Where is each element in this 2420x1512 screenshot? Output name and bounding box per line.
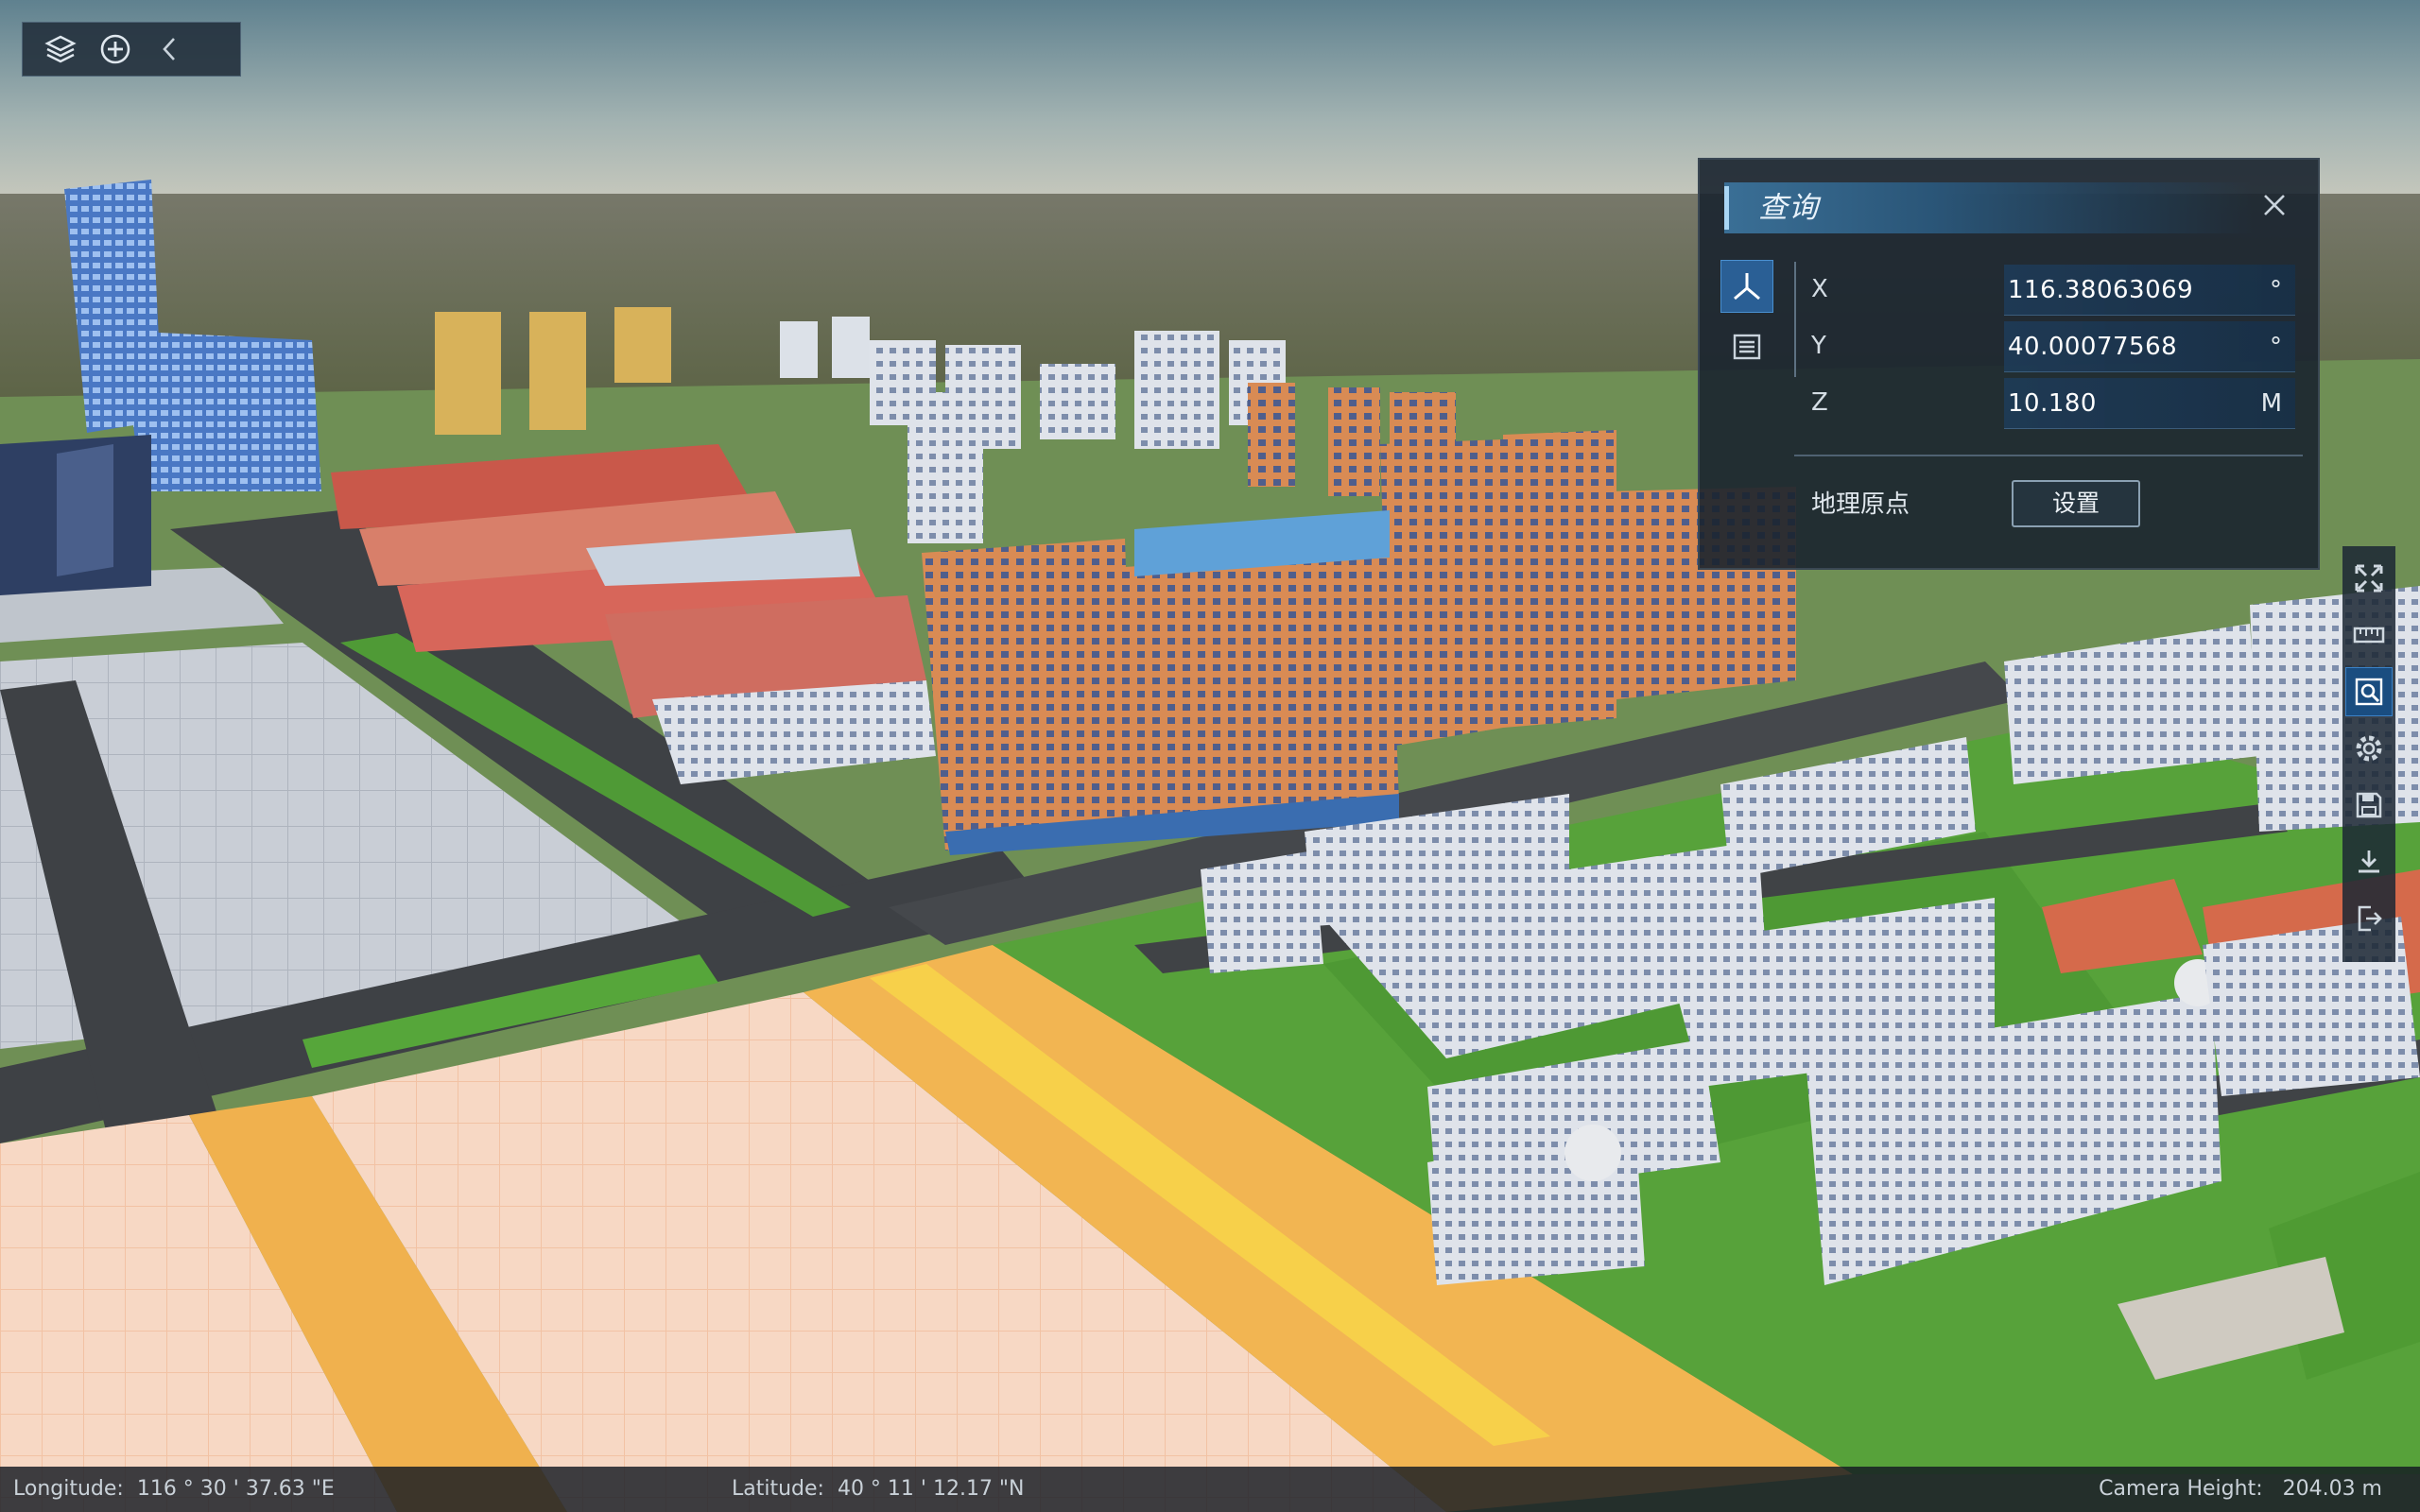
save-button[interactable]	[2345, 781, 2393, 830]
coord-axis-label: X	[1811, 275, 1828, 303]
z-coordinate-value: 10.180	[2008, 389, 2097, 418]
collapse-toolbar-button[interactable]	[143, 23, 198, 76]
download-icon	[2359, 850, 2379, 873]
add-circle-icon	[100, 34, 130, 64]
measure-button[interactable]	[2345, 610, 2393, 660]
latitude-readout: Latitude: 40 ° 11 ' 12.17 "N	[732, 1477, 1025, 1501]
y-coordinate-field[interactable]: 40.00077568 °	[2004, 321, 2295, 372]
list-icon	[1733, 334, 1761, 360]
map-toolbar	[22, 22, 241, 77]
x-coordinate-field[interactable]: 116.38063069 °	[2004, 265, 2295, 316]
list-button[interactable]	[1720, 320, 1773, 373]
status-bar: Longitude: 116 ° 30 ' 37.63 "E Latitude:…	[0, 1467, 2420, 1512]
settings-button[interactable]	[2345, 724, 2393, 773]
exit-button[interactable]	[2345, 894, 2393, 943]
geo-origin-label: 地理原点	[1811, 490, 1910, 519]
x-unit: °	[2270, 276, 2282, 304]
panel-title: 查询	[1758, 191, 1819, 225]
layers-icon	[44, 35, 77, 63]
ruler-icon	[2353, 627, 2385, 644]
set-origin-button[interactable]: 设置	[2012, 480, 2140, 527]
y-unit: °	[2270, 333, 2282, 361]
query-icon	[2355, 678, 2383, 706]
pick-point-icon	[1734, 273, 1760, 301]
pick-point-button[interactable]	[1720, 260, 1773, 313]
header-accent-bar	[1724, 186, 1729, 230]
panel-header: 查询	[1724, 182, 2254, 233]
exit-icon	[2358, 905, 2382, 932]
y-coordinate-value: 40.00077568	[2008, 333, 2178, 361]
x-coordinate-value: 116.38063069	[2008, 276, 2194, 304]
layers-button[interactable]	[33, 23, 88, 76]
z-coordinate-field[interactable]: 10.180 M	[2004, 378, 2295, 429]
longitude-readout: Longitude: 116 ° 30 ' 37.63 "E	[13, 1477, 335, 1501]
close-icon[interactable]	[2256, 186, 2293, 224]
chevron-left-icon	[163, 38, 175, 60]
save-icon	[2356, 792, 2382, 818]
fullscreen-icon	[2355, 564, 2383, 593]
coord-axis-label: Z	[1811, 388, 1828, 417]
add-button[interactable]	[88, 23, 143, 76]
download-button[interactable]	[2345, 837, 2393, 886]
fullscreen-button[interactable]	[2345, 554, 2393, 603]
mode-icon-column	[1720, 260, 1773, 379]
coord-row-z: Z 10.180 M	[1811, 376, 2303, 429]
settings-icon	[2356, 735, 2382, 762]
z-unit: M	[2260, 389, 2282, 418]
camera-height-readout: Camera Height: 204.03 m	[2099, 1477, 2382, 1501]
query-button[interactable]	[2345, 667, 2393, 716]
right-tool-strip	[2342, 546, 2395, 962]
coord-axis-label: Y	[1811, 332, 1826, 360]
vertical-divider	[1794, 262, 1796, 377]
coord-row-x: X 116.38063069 °	[1811, 263, 2303, 316]
horizontal-divider	[1794, 455, 2303, 456]
query-panel: 查询 X 116.38063069 ° Y 40.00077568 ° Z 10…	[1698, 158, 2320, 570]
coord-row-y: Y 40.00077568 °	[1811, 319, 2303, 372]
